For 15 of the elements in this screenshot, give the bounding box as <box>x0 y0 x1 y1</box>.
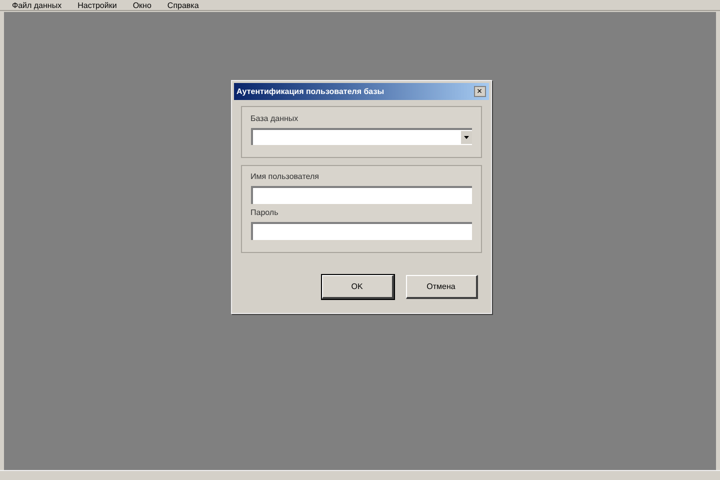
menu-item[interactable]: Справка <box>167 0 199 10</box>
menu-item[interactable]: Настройки <box>78 0 117 10</box>
close-button[interactable]: × <box>474 86 486 97</box>
field-label: База данных <box>250 113 300 125</box>
input-field[interactable] <box>250 186 472 204</box>
window-title: Аутентификация пользователя базы <box>236 86 384 98</box>
menu-item[interactable]: Окно <box>132 0 152 10</box>
dropdown-field[interactable] <box>250 128 472 145</box>
dialog-button[interactable]: Отмена <box>406 275 478 299</box>
dropdown-arrow-icon <box>464 136 468 139</box>
dialog-button[interactable]: OK <box>322 275 394 299</box>
input-field[interactable] <box>250 222 472 240</box>
field-label: Имя пользователя <box>250 171 320 183</box>
field-label: Пароль <box>250 207 280 219</box>
menu-item[interactable]: Файл данных <box>12 0 62 10</box>
